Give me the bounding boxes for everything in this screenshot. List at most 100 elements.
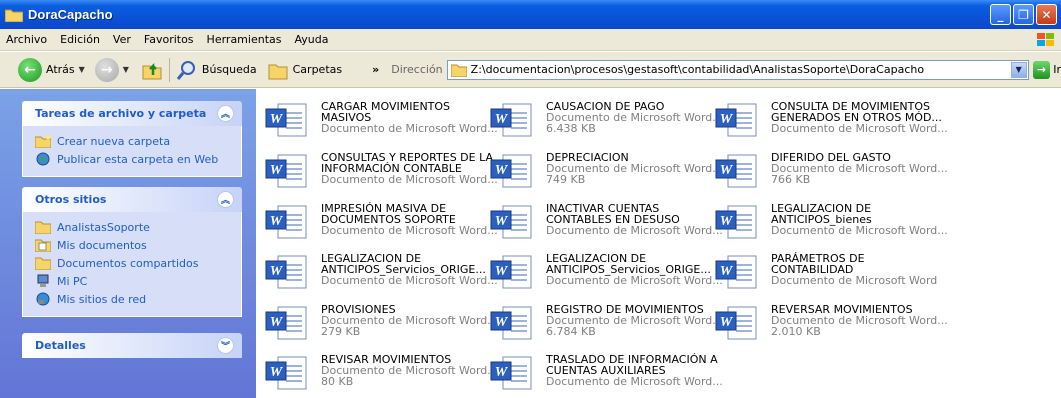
file-item[interactable]: W CAUSACION DE PAGO Documento de Microsoft… <box>485 95 723 143</box>
word-document-icon: W <box>265 154 307 188</box>
go-label[interactable]: Ir <box>1053 63 1061 76</box>
file-item[interactable]: W CONSULTA DE MOVIMIENTOS GENERADOS EN OT… <box>710 95 948 143</box>
file-item[interactable]: W CONSULTAS Y REPORTES DE LA INFORMACIÓN … <box>260 146 498 194</box>
menu-archivo[interactable]: Archivo <box>6 33 47 46</box>
svg-text:W: W <box>495 365 509 380</box>
svg-text:W: W <box>270 365 284 380</box>
svg-text:W: W <box>720 214 734 229</box>
chevron-down-icon[interactable]: ▼ <box>79 65 85 74</box>
file-list: W CARGAR MOVIMIENTOS MASIVOS Documento de … <box>256 89 1061 398</box>
svg-text:W: W <box>495 163 509 178</box>
file-item[interactable]: W LEGALIZACION DE ANTICIPOS_Servicios_ORI… <box>260 247 498 295</box>
folders-button[interactable]: Carpetas <box>267 59 342 81</box>
network-places-icon <box>36 292 50 306</box>
task-new-folder[interactable]: Crear nueva carpeta <box>35 132 241 150</box>
word-document-icon: W <box>715 306 757 340</box>
shared-folder-icon <box>35 257 51 270</box>
task-pane: Tareas de archivo y carpeta ︽ Crear nuev… <box>0 89 256 398</box>
minimize-button[interactable]: _ <box>990 4 1011 25</box>
file-type: Documento de Microsoft Word... <box>546 274 723 287</box>
place-mis-documentos[interactable]: Mis documentos <box>35 236 241 254</box>
chevron-down-icon[interactable]: ▼ <box>1010 61 1027 78</box>
svg-text:W: W <box>495 112 509 127</box>
file-item[interactable]: W REVERSAR MOVIMIENTOS Documento de Micros… <box>710 298 948 346</box>
word-document-icon: W <box>265 356 307 390</box>
word-document-icon: W <box>490 103 532 137</box>
collapse-icon[interactable]: ︽ <box>217 105 234 122</box>
window-title: DoraCapacho <box>28 7 113 22</box>
file-item[interactable]: W TRASLADO DE INFORMACIÓN A CUENTAS AUXIL… <box>485 348 723 396</box>
folders-icon <box>268 64 288 79</box>
toolbar-separator <box>168 57 170 82</box>
word-document-icon: W <box>490 356 532 390</box>
file-item[interactable]: W REGISTRO DE MOVIMIENTOS Documento de Mic… <box>485 298 723 346</box>
menu-edicion[interactable]: Edición <box>60 33 100 46</box>
file-item[interactable]: W IMPRESIÓN MASIVA DE DOCUMENTOS SOPORTE D… <box>260 197 498 245</box>
toolbar-overflow-chevron[interactable]: » <box>372 63 379 76</box>
address-bar[interactable]: Z:\documentacion\procesos\gestasoft\cont… <box>446 59 1029 80</box>
file-size: 766 KB <box>771 173 811 186</box>
word-document-icon: W <box>490 154 532 188</box>
file-folder-tasks-panel: Tareas de archivo y carpeta ︽ Crear nuev… <box>22 101 242 177</box>
file-item[interactable]: W LEGALIZACION DE ANTICIPOS_bienes Documen… <box>710 197 948 245</box>
file-name: LEGALIZACION DE ANTICIPOS_bienes <box>771 202 872 226</box>
expand-icon[interactable]: ︾ <box>217 337 234 354</box>
file-type: Documento de Microsoft Word... <box>321 122 498 135</box>
file-item[interactable]: W REVISAR MOVIMIENTOS Documento de Microso… <box>260 348 498 396</box>
word-document-icon: W <box>490 306 532 340</box>
chevron-down-icon[interactable]: ▼ <box>123 65 129 74</box>
file-folder-tasks-header[interactable]: Tareas de archivo y carpeta ︽ <box>22 101 242 126</box>
title-bar[interactable]: DoraCapacho _ ❐ ✕ <box>0 0 1061 29</box>
back-button[interactable]: ← Atrás ▼ <box>18 57 85 82</box>
file-type: Documento de Microsoft Word... <box>321 274 498 287</box>
close-button[interactable]: ✕ <box>1036 4 1057 25</box>
menu-ayuda[interactable]: Ayuda <box>294 33 328 46</box>
place-analistas-soporte[interactable]: AnalistasSoporte <box>35 218 241 236</box>
up-folder-icon <box>142 62 162 79</box>
file-item[interactable]: W LEGALIZACION DE ANTICIPOS_Servicios_ORI… <box>485 247 723 295</box>
menu-favoritos[interactable]: Favoritos <box>144 33 194 46</box>
word-document-icon: W <box>715 154 757 188</box>
file-item[interactable]: W INACTIVAR CUENTAS CONTABLES EN DESUSO Do… <box>485 197 723 245</box>
other-places-panel: Otros sitios ︽ AnalistasSoporte Mis docu… <box>22 187 242 317</box>
search-icon <box>176 60 195 80</box>
place-mis-sitios-de-red[interactable]: Mis sitios de red <box>35 290 241 308</box>
menu-herramientas[interactable]: Herramientas <box>207 33 282 46</box>
forward-button[interactable]: → ▼ <box>94 57 129 82</box>
place-documentos-compartidos[interactable]: Documentos compartidos <box>35 254 241 272</box>
my-documents-icon <box>35 239 51 252</box>
menu-bar: Archivo Edición Ver Favoritos Herramient… <box>0 29 1061 51</box>
other-places-header[interactable]: Otros sitios ︽ <box>22 187 242 212</box>
word-document-icon: W <box>715 255 757 289</box>
place-mi-pc[interactable]: Mi PC <box>35 272 241 290</box>
search-button[interactable]: Búsqueda <box>176 59 257 81</box>
details-panel: Detalles ︾ <box>22 333 242 358</box>
menu-ver[interactable]: Ver <box>113 33 131 46</box>
address-input[interactable]: Z:\documentacion\procesos\gestasoft\cont… <box>471 63 924 76</box>
word-document-icon: W <box>265 306 307 340</box>
file-item[interactable]: W PARÁMETROS DE CONTABILIDAD Documento de … <box>710 247 937 295</box>
file-name: CONSULTA DE MOVIMIENTOS GENERADOS EN OTR… <box>771 100 942 124</box>
word-document-icon: W <box>265 255 307 289</box>
go-button[interactable]: → <box>1032 60 1051 79</box>
svg-text:W: W <box>495 214 509 229</box>
file-item[interactable]: W PROVISIONES Documento de Microsoft Word.… <box>260 298 498 346</box>
file-item[interactable]: W DIFERIDO DEL GASTO Documento de Microsof… <box>710 146 948 194</box>
collapse-icon[interactable]: ︽ <box>217 191 234 208</box>
maximize-button[interactable]: ❐ <box>1013 4 1034 25</box>
details-header[interactable]: Detalles ︾ <box>22 333 242 358</box>
word-document-icon: W <box>265 103 307 137</box>
toolbar: ← Atrás ▼ → ▼ Búsqueda Carpetas » Direcc… <box>0 52 1061 88</box>
forward-arrow-icon: → <box>94 57 119 82</box>
globe-icon <box>36 152 50 166</box>
task-publish-web[interactable]: Publicar esta carpeta en Web <box>35 150 241 168</box>
word-document-icon: W <box>715 103 757 137</box>
file-name: PARÁMETROS DE CONTABILIDAD <box>771 252 865 276</box>
file-size: 279 KB <box>321 325 361 338</box>
address-label: Dirección <box>391 63 443 76</box>
file-item[interactable]: W DEPRECIACION Documento de Microsoft Word… <box>485 146 723 194</box>
back-arrow-icon: ← <box>18 57 42 82</box>
file-item[interactable]: W CARGAR MOVIMIENTOS MASIVOS Documento de … <box>260 95 498 143</box>
up-folder-button[interactable] <box>141 59 163 81</box>
file-size: 80 KB <box>321 375 354 388</box>
